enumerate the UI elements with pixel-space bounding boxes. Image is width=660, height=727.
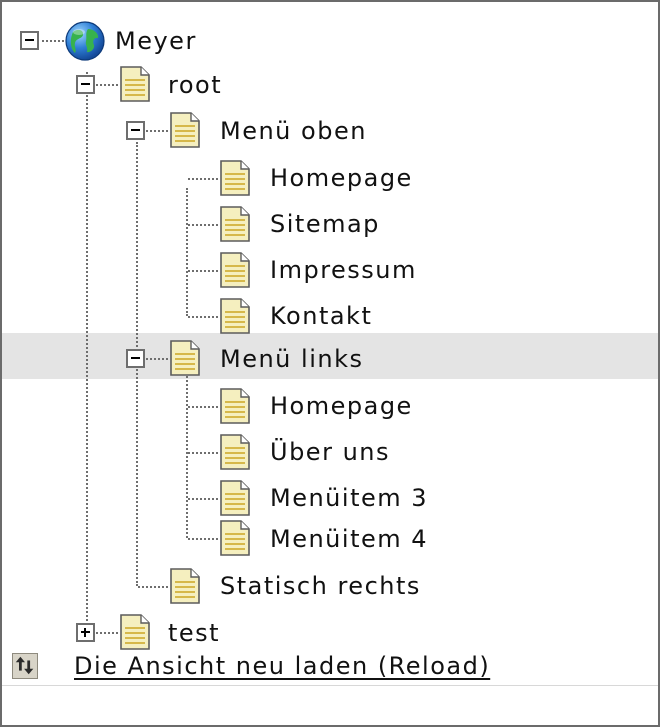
document-icon xyxy=(120,66,150,102)
tree-label-menuitem-4[interactable]: Menüitem 4 xyxy=(270,524,428,554)
document-icon xyxy=(170,568,200,604)
globe-icon xyxy=(65,21,105,61)
reload-arrows-icon xyxy=(15,656,34,675)
tree-label-ueber-uns[interactable]: Über uns xyxy=(270,437,390,467)
tree-connector xyxy=(188,316,218,318)
collapse-toggle-meyer[interactable] xyxy=(20,31,39,50)
tree-label-menu-links[interactable]: Menü links xyxy=(220,344,363,374)
tree-label-kontakt[interactable]: Kontakt xyxy=(270,301,372,331)
document-icon xyxy=(170,340,200,376)
tree-connector xyxy=(188,406,218,408)
document-icon xyxy=(220,206,250,242)
tree-label-homepage[interactable]: Homepage xyxy=(270,163,413,193)
collapse-toggle-menu-oben[interactable] xyxy=(126,121,145,140)
document-icon xyxy=(220,298,250,334)
footer-divider xyxy=(2,685,658,686)
tree-connector xyxy=(86,72,88,632)
tree-label-impressum[interactable]: Impressum xyxy=(270,255,417,285)
expand-toggle-test[interactable] xyxy=(76,623,95,642)
tree-label-meyer[interactable]: Meyer xyxy=(115,26,197,56)
tree-label-menu-oben[interactable]: Menü oben xyxy=(220,116,367,146)
tree-connector xyxy=(188,178,218,180)
document-icon xyxy=(220,388,250,424)
tree-label-homepage[interactable]: Homepage xyxy=(270,391,413,421)
page-tree: Meyer root Menü oben Homepage Sitemap Im… xyxy=(2,2,658,725)
collapse-toggle-menu-links[interactable] xyxy=(126,349,145,368)
reload-icon[interactable] xyxy=(12,653,38,679)
tree-connector xyxy=(188,452,218,454)
document-icon xyxy=(220,160,250,196)
tree-label-sitemap[interactable]: Sitemap xyxy=(270,209,380,239)
tree-connector xyxy=(96,84,118,86)
collapse-toggle-root[interactable] xyxy=(76,75,95,94)
document-icon xyxy=(220,520,250,556)
tree-connector xyxy=(96,632,118,634)
tree-connector xyxy=(186,372,188,538)
document-icon xyxy=(170,112,200,148)
tree-label-menuitem-3[interactable]: Menüitem 3 xyxy=(270,483,428,513)
tree-connector xyxy=(188,224,218,226)
tree-label-test[interactable]: test xyxy=(168,618,220,648)
tree-connector xyxy=(188,270,218,272)
document-icon xyxy=(120,614,150,650)
reload-link[interactable]: Die Ansicht neu laden (Reload) xyxy=(74,652,490,680)
document-icon xyxy=(220,252,250,288)
tree-label-root[interactable]: root xyxy=(168,70,222,100)
tree-panel: Meyer root Menü oben Homepage Sitemap Im… xyxy=(0,0,660,727)
tree-label-statisch-rechts[interactable]: Statisch rechts xyxy=(220,571,421,601)
tree-connector xyxy=(42,40,64,42)
tree-connector xyxy=(138,586,168,588)
tree-connector xyxy=(186,188,188,316)
tree-connector xyxy=(188,538,218,540)
tree-connector xyxy=(146,358,168,360)
document-icon xyxy=(220,434,250,470)
document-icon xyxy=(220,480,250,516)
tree-connector xyxy=(188,498,218,500)
tree-connector xyxy=(146,130,168,132)
